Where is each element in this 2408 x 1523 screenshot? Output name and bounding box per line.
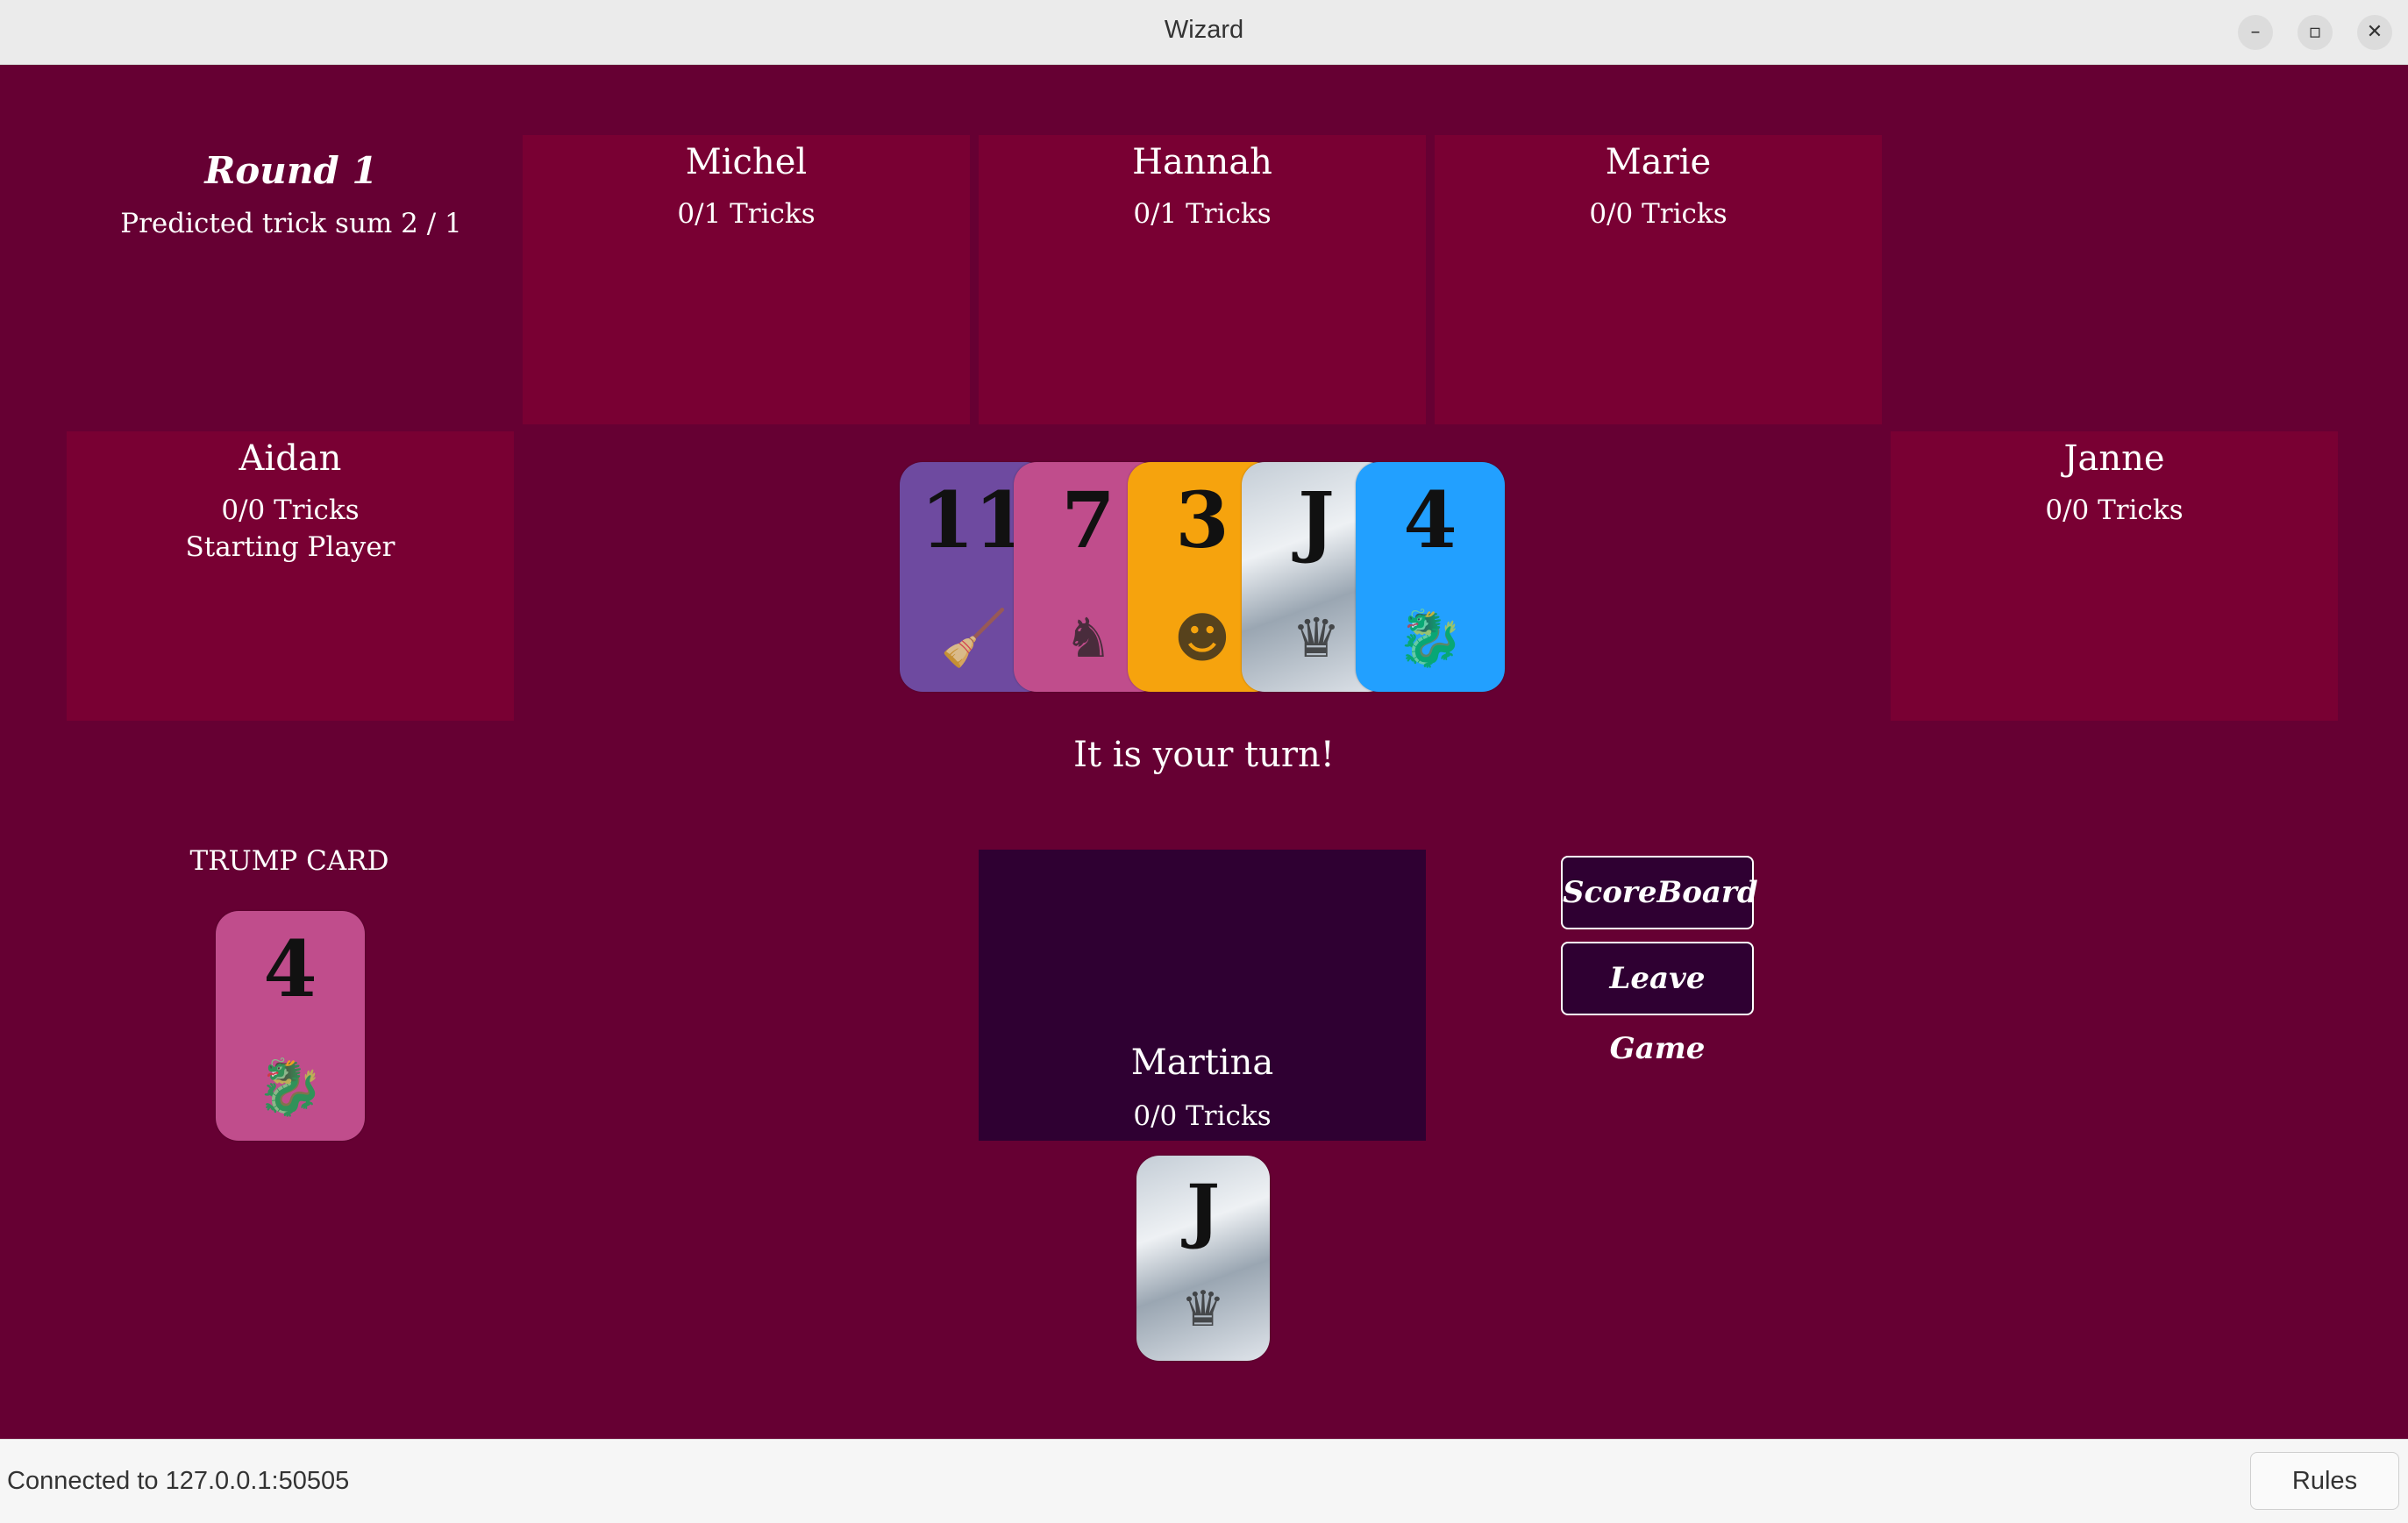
player-panel-michel: Michel 0/1 Tricks: [523, 135, 970, 424]
player-name: Janne: [2063, 438, 2165, 479]
hand-card[interactable]: J ♛: [1136, 1156, 1270, 1361]
jester-hat-icon: ♛: [1180, 1281, 1226, 1338]
status-bar: Connected to 127.0.0.1:50505 Rules: [0, 1439, 2408, 1523]
player-tricks: 0/1 Tricks: [1133, 198, 1272, 230]
round-title: Round 1: [204, 149, 378, 192]
player-tricks: 0/0 Tricks: [1589, 198, 1728, 230]
minimize-icon[interactable]: –: [2238, 15, 2273, 50]
round-info: Round 1 Predicted trick sum 2 / 1: [65, 149, 517, 239]
trick-card: 4 🐉: [1356, 462, 1505, 692]
player-panel-marie: Marie 0/0 Tricks: [1435, 135, 1882, 424]
dragon-icon: 🐉: [256, 1055, 324, 1119]
maximize-icon[interactable]: ▫: [2298, 15, 2333, 50]
rules-button[interactable]: Rules: [2250, 1452, 2399, 1510]
card-value: 4: [263, 923, 317, 1014]
close-icon[interactable]: ✕: [2357, 15, 2392, 50]
connection-status: Connected to 127.0.0.1:50505: [7, 1467, 350, 1495]
player-tricks: 0/0 Tricks: [2045, 495, 2184, 526]
player-name: Aidan: [239, 438, 342, 479]
card-value: J: [1186, 1169, 1220, 1251]
player-panel-aidan: Aidan 0/0 Tricks Starting Player: [67, 431, 514, 721]
player-name: Michel: [685, 142, 808, 182]
game-board: Round 1 Predicted trick sum 2 / 1 Michel…: [0, 65, 2408, 1439]
player-name: Hannah: [1132, 142, 1272, 182]
window-titlebar: Wizard – ▫ ✕: [0, 0, 2408, 65]
starting-player-label: Starting Player: [185, 531, 395, 563]
window-title: Wizard: [1164, 16, 1244, 44]
player-tricks: 0/1 Tricks: [677, 198, 816, 230]
leave-game-button[interactable]: Leave Game: [1561, 942, 1754, 1066]
player-name: Marie: [1605, 142, 1712, 182]
trump-card: 4 🐉: [216, 911, 365, 1141]
card-value: 4: [1403, 474, 1457, 566]
dragon-icon: 🐉: [1396, 606, 1464, 670]
turn-message: It is your turn!: [1073, 735, 1335, 775]
player-panel-hannah: Hannah 0/1 Tricks: [979, 135, 1426, 424]
player-name: Martina: [1130, 1043, 1274, 1083]
player-tricks: 0/0 Tricks: [221, 495, 360, 526]
predicted-trick-sum: Predicted trick sum 2 / 1: [120, 208, 462, 239]
scoreboard-button[interactable]: ScoreBoard: [1561, 856, 1758, 929]
player-panel-martina: Martina 0/0 Tricks: [979, 850, 1426, 1141]
player-tricks: 0/0 Tricks: [1133, 1100, 1272, 1132]
trump-card-label: TRUMP CARD: [189, 845, 389, 877]
player-panel-janne: Janne 0/0 Tricks: [1891, 431, 2338, 721]
